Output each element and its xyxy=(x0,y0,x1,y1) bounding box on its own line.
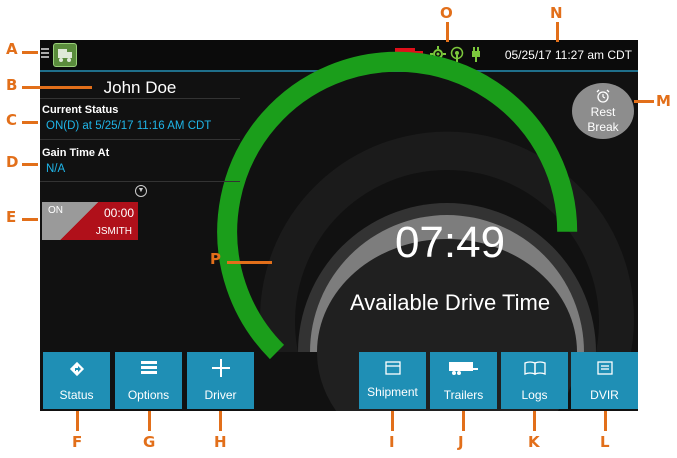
list-icon xyxy=(140,361,157,374)
callout-e: E xyxy=(6,208,17,226)
duty-status: ON xyxy=(48,205,63,216)
callout-d: D xyxy=(6,153,19,171)
gain-time-title: Gain Time At xyxy=(42,147,110,159)
callout-l: L xyxy=(600,433,610,451)
trailers-button-label: Trailers xyxy=(443,388,484,402)
callout-line xyxy=(22,51,38,54)
callout-line xyxy=(22,218,38,221)
dvir-button-label: DVIR xyxy=(590,388,619,402)
callout-line xyxy=(604,411,607,431)
current-status-title: Current Status xyxy=(42,104,119,116)
options-button[interactable]: Options xyxy=(115,352,182,409)
book-icon xyxy=(523,361,546,375)
callout-n: N xyxy=(550,4,563,22)
callout-line xyxy=(227,261,272,264)
callout-f: F xyxy=(72,433,83,451)
callout-line xyxy=(22,86,92,89)
expand-icon[interactable]: ▼ xyxy=(135,185,147,197)
callout-line xyxy=(391,411,394,431)
current-status-value: ON(D) at 5/25/17 11:16 AM CDT xyxy=(46,120,212,132)
drive-time-value: 07:49 xyxy=(394,218,506,267)
duty-user: JSMITH xyxy=(95,226,132,237)
callout-o: O xyxy=(440,4,453,22)
shipment-button-label: Shipment xyxy=(367,385,418,399)
callout-g: G xyxy=(143,433,156,451)
driver-button[interactable]: Driver xyxy=(187,352,254,409)
callout-j: J xyxy=(458,433,464,451)
callout-line xyxy=(22,121,38,124)
callout-line xyxy=(148,411,151,431)
status-button-label: Status xyxy=(59,388,94,402)
callout-c: C xyxy=(6,111,18,129)
driver-button-label: Driver xyxy=(204,388,237,402)
divider xyxy=(40,139,240,140)
callout-line xyxy=(446,22,449,42)
callout-h: H xyxy=(214,433,227,451)
callout-b: B xyxy=(6,76,18,94)
box-icon xyxy=(384,361,401,375)
shipment-button[interactable]: Shipment xyxy=(359,352,426,409)
trailers-button[interactable]: Trailers xyxy=(430,352,497,409)
rest-break-label-2: Break xyxy=(587,120,619,134)
callout-k: K xyxy=(528,433,540,451)
callout-line xyxy=(22,163,38,166)
dvir-button[interactable]: DVIR xyxy=(571,352,638,409)
duty-status-card[interactable]: ON 00:00 JSMITH xyxy=(42,202,138,240)
callout-line xyxy=(533,411,536,431)
callout-p: P xyxy=(210,250,221,268)
callout-line xyxy=(76,411,79,431)
options-button-label: Options xyxy=(127,388,170,402)
logs-button[interactable]: Logs xyxy=(501,352,568,409)
plus-icon xyxy=(211,359,230,377)
drive-time-label: Available Drive Time xyxy=(349,290,551,315)
divider xyxy=(40,181,240,182)
logs-button-label: Logs xyxy=(521,388,548,402)
callout-m: M xyxy=(656,92,671,110)
app-screen: 05/25/17 11:27 am CDT John Doe Current S… xyxy=(40,40,638,411)
callout-line xyxy=(462,411,465,431)
alarm-clock-icon xyxy=(596,89,610,103)
callout-line xyxy=(556,22,559,42)
callout-line xyxy=(634,100,654,103)
gain-time-value: N/A xyxy=(46,163,66,175)
trailer-icon xyxy=(448,362,478,375)
callout-line xyxy=(219,411,222,431)
directions-icon xyxy=(69,361,84,377)
report-icon xyxy=(596,361,613,375)
callout-i: I xyxy=(389,433,395,451)
status-button[interactable]: Status xyxy=(43,352,110,409)
rest-break-label-1: Rest xyxy=(590,105,616,119)
rest-break-button[interactable]: Rest Break xyxy=(572,83,634,139)
callout-a: A xyxy=(6,40,18,58)
duty-time: 00:00 xyxy=(103,206,134,220)
